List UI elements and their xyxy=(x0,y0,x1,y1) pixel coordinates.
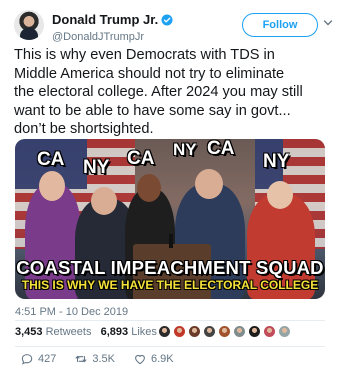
reply-count: 427 xyxy=(38,353,57,365)
action-bar: 427 3.5K 6.9K xyxy=(20,352,192,366)
like-button[interactable]: 6.9K xyxy=(133,352,174,366)
tweet-image[interactable]: CA NY CA NY CA NY COASTAL IMPEACHMENT SQ… xyxy=(15,139,325,299)
likes-count: 6,893 xyxy=(100,326,129,338)
liker-avatar[interactable] xyxy=(263,325,276,338)
person-head xyxy=(39,171,65,201)
state-label: CA xyxy=(207,139,235,159)
author-block: Donald Trump Jr. @DonaldJTrumpJr xyxy=(52,11,173,43)
person-head xyxy=(91,187,117,215)
retweet-count: 3.5K xyxy=(92,353,115,365)
liker-avatars xyxy=(158,325,291,339)
retweets-count: 3,453 xyxy=(15,326,43,338)
reply-icon xyxy=(21,354,33,365)
liker-avatar[interactable] xyxy=(218,325,231,338)
engagement-stats: 3,453 Retweets 6,893 Likes xyxy=(15,326,157,338)
image-headline: COASTAL IMPEACHMENT SQUAD xyxy=(16,257,324,278)
tweet-text-line: the electoral college. After 2024 you ma… xyxy=(14,84,303,100)
liker-avatar[interactable] xyxy=(173,325,186,338)
display-name-link[interactable]: Donald Trump Jr. xyxy=(52,12,173,27)
divider xyxy=(15,320,325,321)
like-icon xyxy=(135,354,145,365)
tweet-timestamp[interactable]: 4:51 PM - 10 Dec 2019 xyxy=(15,306,128,318)
tweet-text-line: This is why even Democrats with TDS in xyxy=(14,47,275,63)
like-count: 6.9K xyxy=(151,353,174,365)
liker-avatar[interactable] xyxy=(158,325,171,338)
image-subheadline: THIS IS WHY WE HAVE THE ELECTORAL COLLEG… xyxy=(21,278,319,292)
likes-stat[interactable]: 6,893 Likes xyxy=(101,326,157,338)
liker-avatar[interactable] xyxy=(278,325,291,338)
state-label: NY xyxy=(83,157,110,178)
liker-avatar[interactable] xyxy=(203,325,216,338)
verified-badge-icon xyxy=(161,14,173,25)
person-head xyxy=(267,181,293,209)
follow-button[interactable]: Follow xyxy=(242,13,318,37)
liker-avatar[interactable] xyxy=(248,325,261,338)
retweets-stat[interactable]: 3,453 Retweets xyxy=(15,326,91,338)
display-name[interactable]: Donald Trump Jr. xyxy=(52,12,158,27)
liker-avatar[interactable] xyxy=(188,325,201,338)
retweet-icon xyxy=(75,355,88,363)
state-label: CA xyxy=(37,149,65,170)
person-head xyxy=(195,169,223,199)
likes-label: Likes xyxy=(131,326,157,338)
state-label: NY xyxy=(263,151,290,172)
microphone xyxy=(169,234,173,248)
handle[interactable]: @DonaldJTrumpJr xyxy=(52,31,173,43)
avatar[interactable] xyxy=(14,10,44,40)
chevron-down-icon[interactable] xyxy=(323,18,333,28)
tweet-text-line: don’t be shortsighted. xyxy=(14,121,154,137)
person-head xyxy=(137,174,161,202)
tweet-text: This is why even Democrats with TDS in M… xyxy=(14,46,330,139)
state-label: NY xyxy=(173,140,197,159)
reply-button[interactable]: 427 xyxy=(20,352,56,366)
divider xyxy=(15,346,325,347)
tweet-header: Donald Trump Jr. @DonaldJTrumpJr Follow xyxy=(14,10,333,43)
state-label: CA xyxy=(127,148,155,169)
retweet-button[interactable]: 3.5K xyxy=(74,352,115,366)
tweet-text-line: Middle America should not try to elimina… xyxy=(14,65,285,82)
tweet-text-line: want to be able to have some say in govt… xyxy=(14,102,291,119)
liker-avatar[interactable] xyxy=(233,325,246,338)
retweets-label: Retweets xyxy=(45,326,92,338)
tweet-card: Donald Trump Jr. @DonaldJTrumpJr Follow … xyxy=(0,0,340,371)
